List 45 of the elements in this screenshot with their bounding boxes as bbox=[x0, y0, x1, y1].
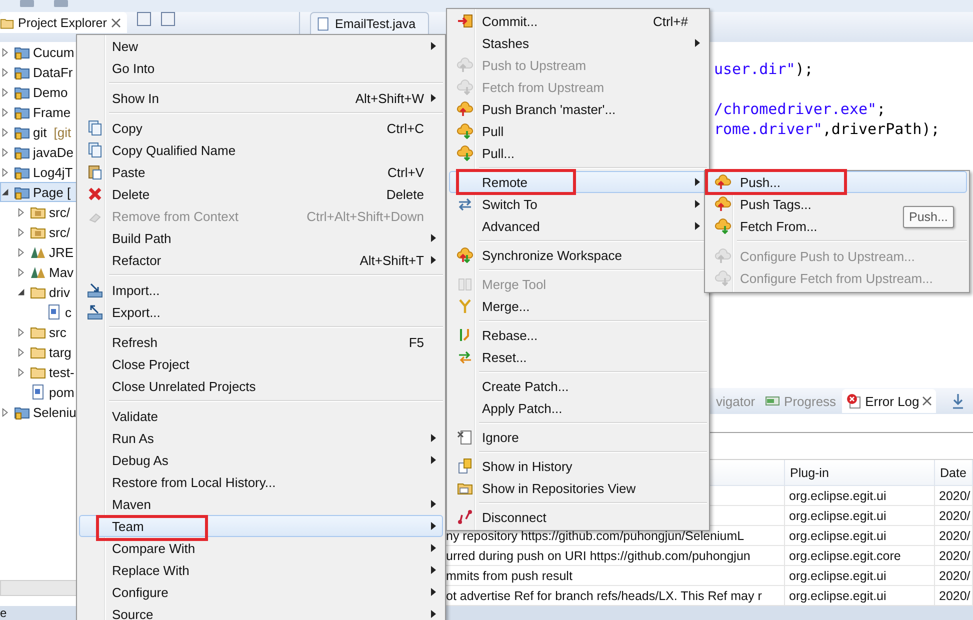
tree-label: javaDe bbox=[33, 144, 74, 160]
tree-label: git bbox=[33, 124, 47, 140]
table-cell: 2020/ bbox=[935, 546, 973, 566]
tree-label: Mav bbox=[49, 264, 74, 280]
code-line: user.dir"); bbox=[714, 59, 814, 79]
tree-label: pom bbox=[49, 384, 74, 400]
code-line: /chromedriver.exe"; bbox=[714, 99, 886, 119]
repository-decoration: [git bbox=[54, 124, 72, 140]
tree-label: c bbox=[65, 304, 72, 320]
tree-label: JRE bbox=[49, 244, 74, 260]
shortcut-label: Alt+Shift+T bbox=[360, 252, 424, 268]
table-cell: 2020/ bbox=[935, 526, 973, 546]
tree-label: Seleniu bbox=[33, 404, 76, 420]
shortcut-label: Ctrl+V bbox=[388, 164, 424, 180]
code-line: rome.driver",driverPath); bbox=[714, 119, 940, 139]
tree-label: src bbox=[49, 324, 66, 340]
tree-label: src/ bbox=[49, 204, 70, 220]
tree-label: src/ bbox=[49, 224, 70, 240]
tooltip: Push... bbox=[903, 206, 954, 228]
shortcut-label: Delete bbox=[386, 186, 424, 202]
shortcut-label: Alt+Shift+W bbox=[355, 90, 424, 106]
status-text: e bbox=[0, 606, 7, 620]
tree-label: Log4jT bbox=[33, 164, 73, 180]
table-cell: org.eclipse.egit.ui bbox=[785, 506, 935, 526]
shortcut-label: Ctrl+# bbox=[652, 14, 688, 28]
table-cell: org.eclipse.egit.ui bbox=[785, 486, 935, 506]
shortcut-label: Ctrl+C bbox=[386, 120, 424, 136]
shortcut-label: Ctrl+Alt+Shift+Down bbox=[306, 208, 424, 224]
tree-label: driv bbox=[49, 284, 70, 300]
tree-label: Demo bbox=[33, 84, 68, 100]
shortcut-label: F5 bbox=[408, 334, 424, 350]
tab-label: EmailTest.java bbox=[335, 16, 416, 30]
tree-label: targ bbox=[49, 344, 72, 360]
tree-label: test- bbox=[49, 364, 74, 380]
tree-label: Page [ bbox=[33, 184, 71, 200]
table-cell: org.eclipse.egit.core bbox=[785, 546, 935, 566]
tree-label: Cucum bbox=[33, 44, 74, 60]
table-cell: 2020/ bbox=[935, 486, 973, 506]
table-cell: 2020/ bbox=[935, 506, 973, 526]
table-cell: 2020/ bbox=[935, 566, 973, 586]
tree-label: Frame bbox=[33, 104, 71, 120]
table-cell: org.eclipse.egit.ui bbox=[785, 566, 935, 586]
tab-label: Project Explorer bbox=[18, 16, 107, 30]
tree-label: DataFr bbox=[33, 64, 73, 80]
table-cell: org.eclipse.egit.ui bbox=[785, 526, 935, 546]
